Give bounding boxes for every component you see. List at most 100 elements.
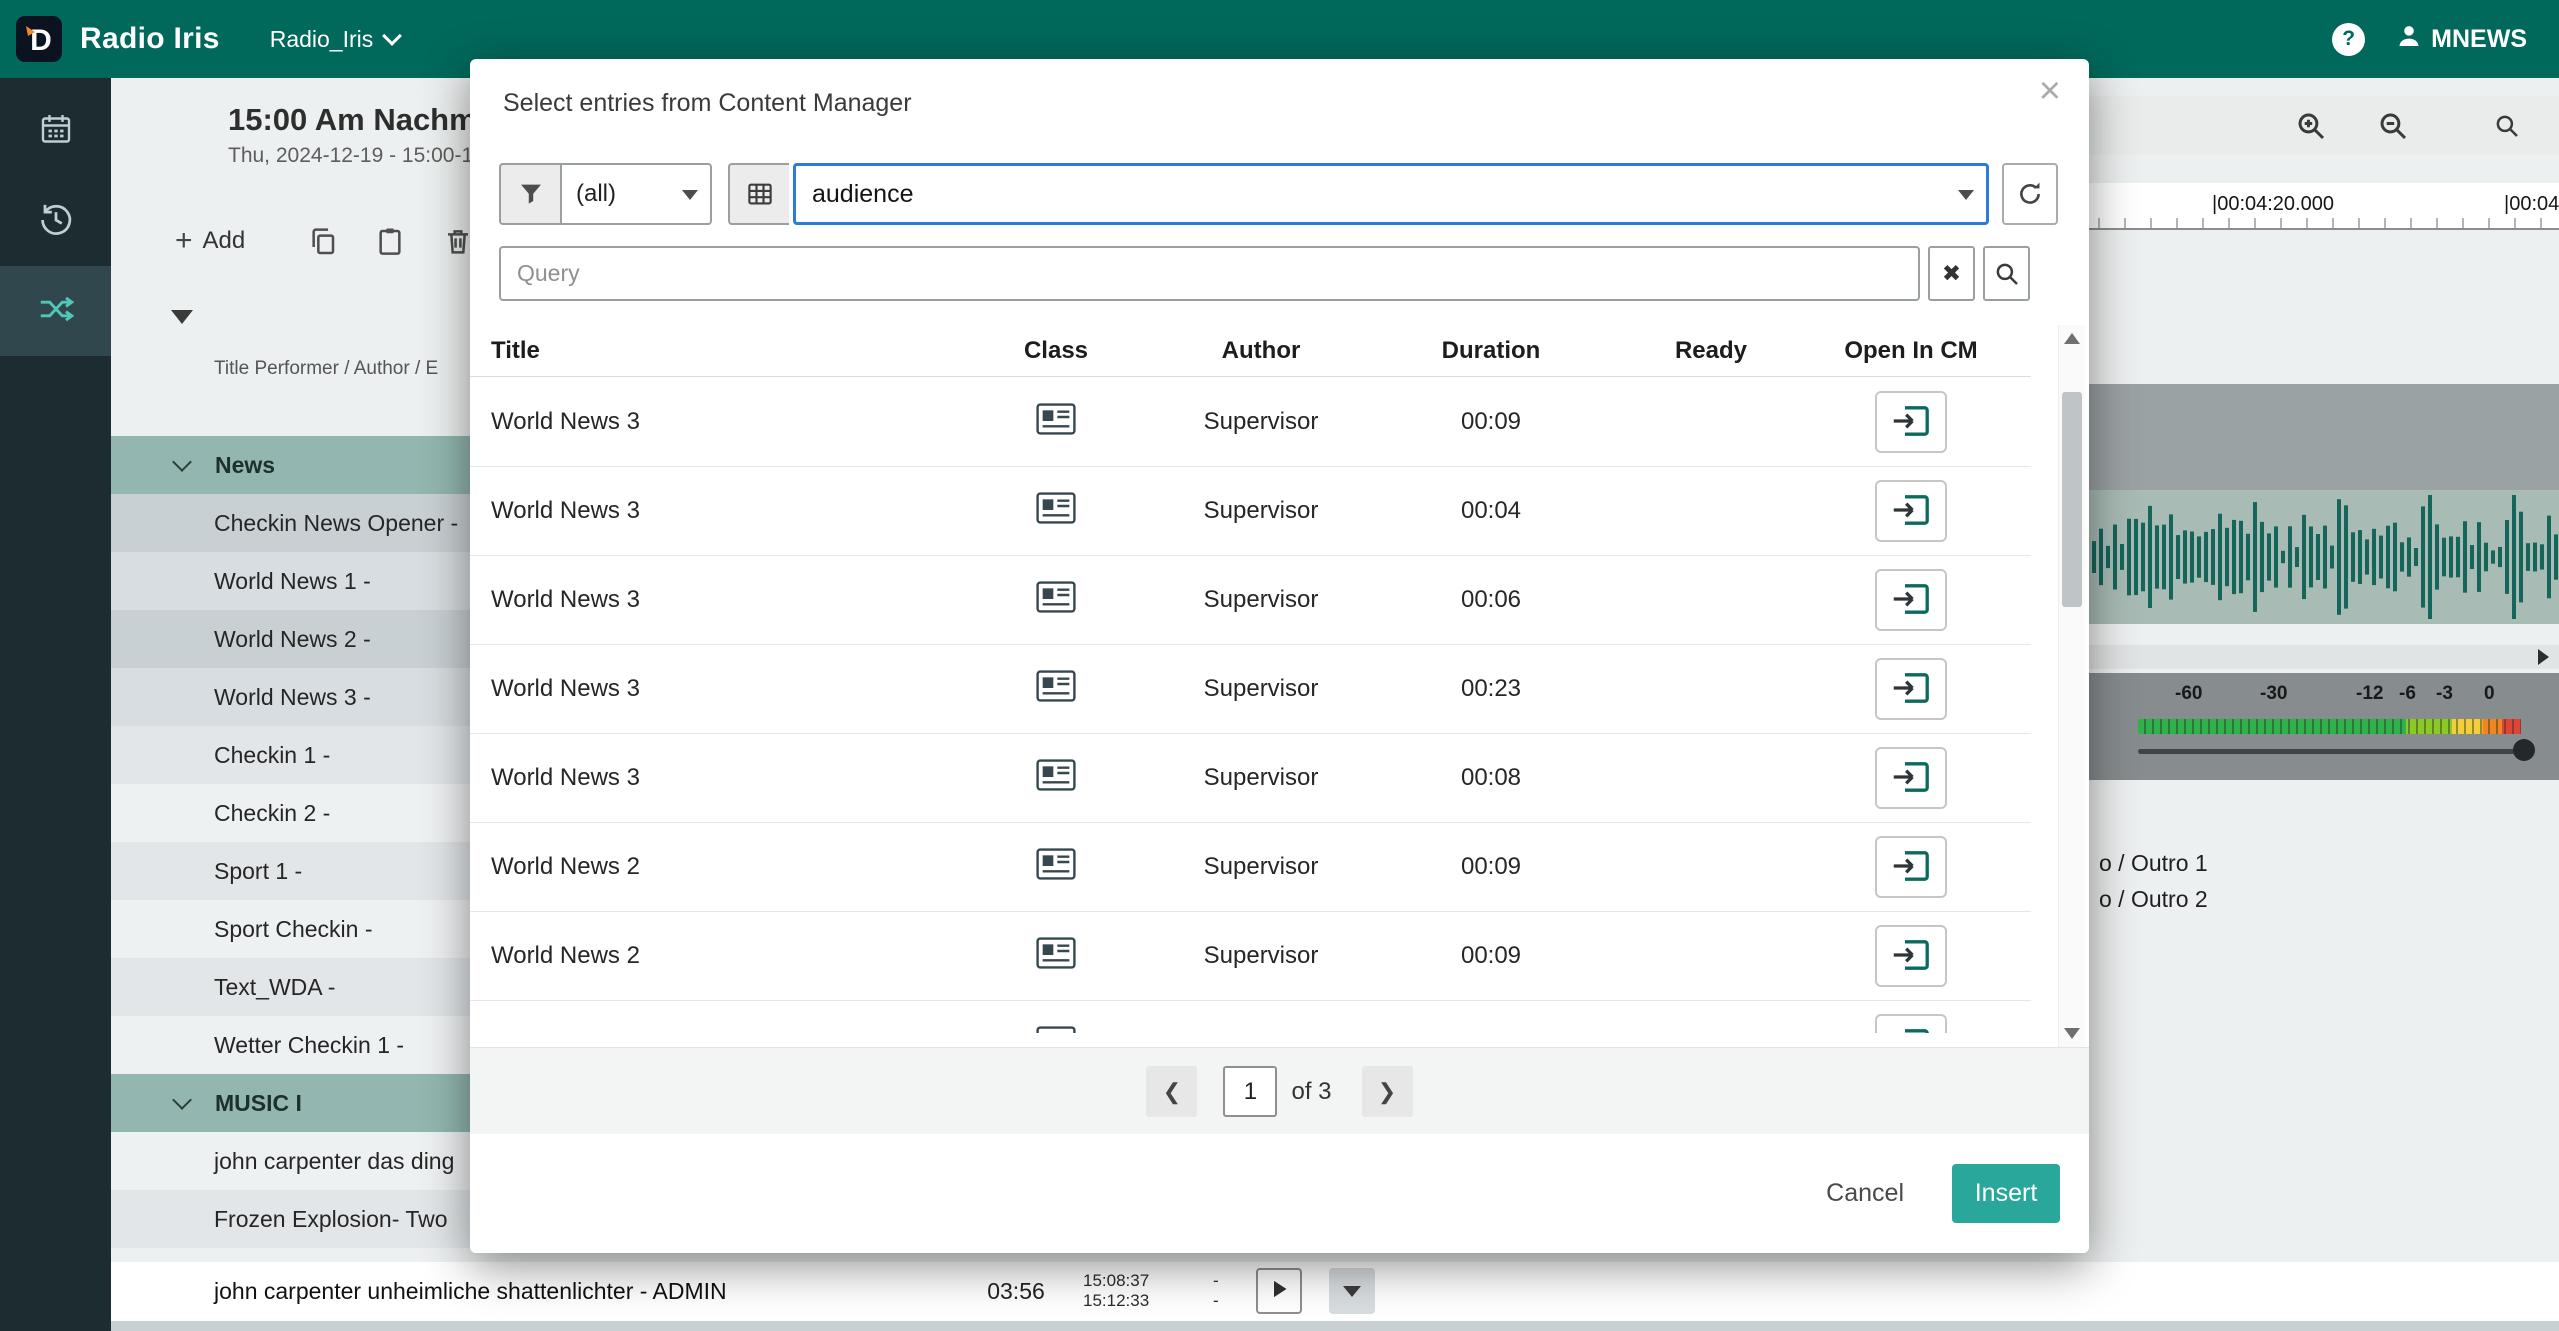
row-duration: 00:09 [1351,853,1631,881]
row-title: World News 2 [491,942,941,970]
workspace-switcher[interactable]: Radio_Iris [270,26,400,53]
sidebar-item-calendar[interactable] [0,86,111,176]
add-button-label: Add [203,227,246,255]
add-button[interactable]: + Add [169,216,251,266]
class-filter-select[interactable]: (all) [560,163,712,225]
table-icon [728,163,789,225]
app-root: D Radio Iris Radio_Iris ? MNEWS 15:00 Am… [0,0,2559,1331]
copy-icon[interactable] [306,224,340,258]
col-class: Class [941,337,1171,365]
chevron-down-icon [382,26,402,46]
group-label: News [215,452,275,479]
row-author: Supervisor [1171,853,1351,881]
play-icon [1264,1274,1294,1309]
table-row-partial[interactable] [470,1001,2031,1033]
svg-text:D: D [30,24,52,57]
zoom-out-icon[interactable] [2375,108,2411,144]
query-input[interactable] [499,246,1920,301]
col-author: Author [1171,337,1351,365]
close-icon[interactable]: × [2033,71,2067,111]
level-meter-bar [2138,719,2521,734]
chevron-down-icon [682,190,698,200]
chevron-down-icon [1958,190,1974,200]
dialog-title: Select entries from Content Manager [503,89,912,118]
table-row[interactable]: World News 2 Supervisor 00:09 [470,912,2031,1001]
open-in-cm-button[interactable] [1875,391,1947,453]
scroll-right-icon[interactable] [2538,649,2549,665]
clear-icon: ✖ [1942,260,1961,287]
sidebar-item-shuffle[interactable] [0,266,111,356]
row-title: World News 3 [491,586,941,614]
row-author: Supervisor [1171,942,1351,970]
class-article-icon [1036,759,1076,798]
user-menu[interactable]: MNEWS [2395,22,2527,57]
prev-page-icon: ❮ [1163,1079,1181,1105]
table-row[interactable]: World News 3 Supervisor 00:23 [470,645,2031,734]
open-in-cm-icon [1890,403,1932,442]
sidebar-item-history[interactable] [0,176,111,266]
row-title: World News 3 [491,764,941,792]
class-cell [941,581,1171,620]
open-in-cm-icon [1890,848,1932,887]
cm-search-input[interactable] [796,166,1986,222]
playlist-column-header: Title Performer / Author / E [214,358,438,380]
class-article-icon [1036,670,1076,709]
row-title: john carpenter unheimliche shattenlichte… [214,1278,727,1305]
open-in-cm-button[interactable] [1875,925,1947,987]
list-filter-icon[interactable] [171,310,193,324]
open-in-cm-button[interactable] [1875,480,1947,542]
paste-icon[interactable] [373,224,407,258]
volume-slider-thumb[interactable] [2513,739,2535,761]
table-row[interactable]: World News 3 Supervisor 00:09 [470,378,2031,467]
open-in-cm-icon [1890,937,1932,976]
refresh-button[interactable] [2002,163,2058,225]
open-in-cm-icon [1890,581,1932,620]
group-label: MUSIC I [215,1090,302,1117]
play-button[interactable] [1256,1268,1302,1314]
row-duration: 00:09 [1351,942,1631,970]
app-logo-icon: D [16,16,62,62]
open-in-cm-button[interactable] [1875,658,1947,720]
filter-row: (all) [499,163,2058,225]
dialog-footer: Cancel Insert [470,1134,2089,1253]
insert-button[interactable]: Insert [1952,1164,2060,1223]
row-dropdown-button[interactable] [1329,1268,1375,1314]
search-button[interactable] [1983,246,2030,301]
row-duration: 00:08 [1351,764,1631,792]
next-page-button[interactable]: ❯ [1362,1066,1413,1117]
cm-search-combobox[interactable] [793,163,1989,225]
class-cell [941,403,1171,442]
content-manager-dialog: Select entries from Content Manager × (a… [470,59,2089,1253]
open-in-cm-button[interactable] [1875,836,1947,898]
scrollbar-thumb[interactable] [2062,392,2082,607]
plus-icon: + [175,226,193,256]
timeline-tick: |00:04:20.000 [2212,193,2334,216]
class-cell [941,759,1171,798]
playlist-row-admin[interactable]: john carpenter unheimliche shattenlichte… [111,1262,2559,1321]
row-title: World News 2 [491,853,941,881]
open-in-cm-button[interactable] [1875,569,1947,631]
zoom-in-icon[interactable] [2293,108,2329,144]
chevron-down-icon [172,452,192,472]
meter-scale-label: -3 [2436,683,2453,705]
open-in-cm-button[interactable] [1875,1014,1947,1033]
table-row[interactable]: World News 3 Supervisor 00:06 [470,556,2031,645]
scroll-up-icon[interactable] [2064,333,2080,344]
table-row[interactable]: World News 3 Supervisor 00:08 [470,734,2031,823]
pagination: ❮ of 3 ❯ [470,1047,2089,1135]
volume-slider-track[interactable] [2138,749,2533,754]
clear-query-button[interactable]: ✖ [1928,246,1975,301]
search-icon[interactable] [2489,108,2525,144]
page-number-input[interactable] [1223,1066,1277,1117]
cancel-button[interactable]: Cancel [1804,1165,1926,1222]
scroll-down-icon[interactable] [2064,1028,2080,1039]
row-title: World News 3 [491,497,941,525]
row-duration: 00:23 [1351,675,1631,703]
open-in-cm-button[interactable] [1875,747,1947,809]
table-scrollbar[interactable] [2058,325,2085,1047]
help-icon[interactable]: ? [2332,23,2365,56]
table-row[interactable]: World News 2 Supervisor 00:09 [470,823,2031,912]
prev-page-button[interactable]: ❮ [1146,1066,1197,1117]
class-cell [941,1026,1171,1034]
table-row[interactable]: World News 3 Supervisor 00:04 [470,467,2031,556]
